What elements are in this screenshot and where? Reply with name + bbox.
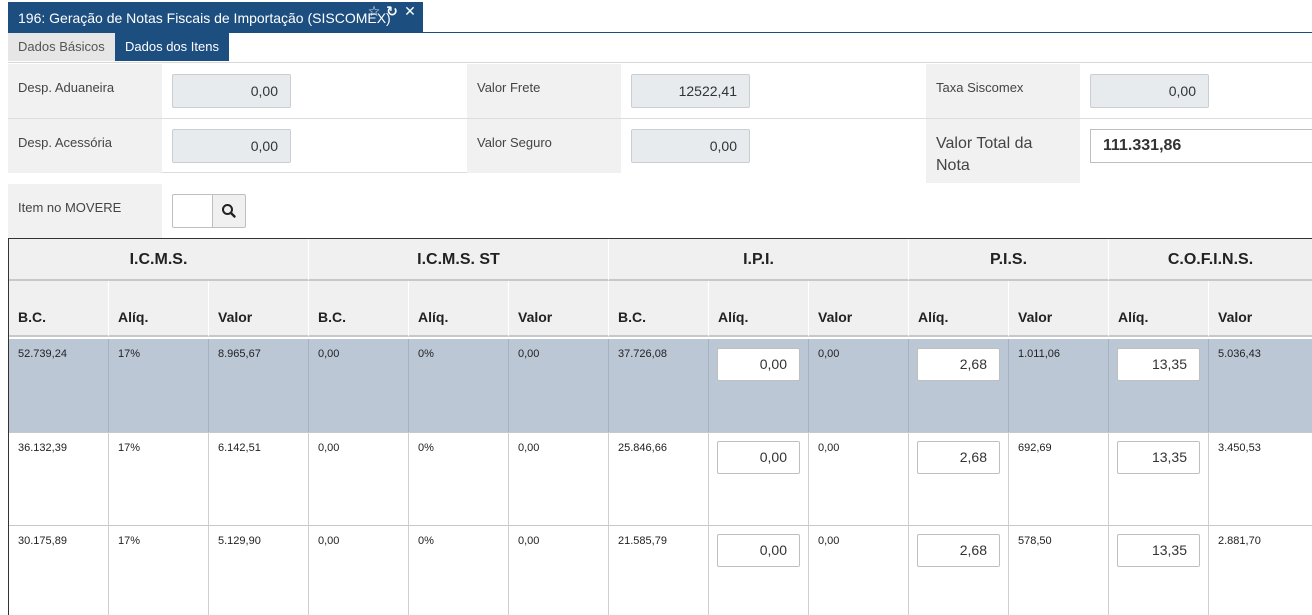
col-header-cofins-valor[interactable]: Valor: [1209, 281, 1312, 337]
cell-st-bc: 0,00: [309, 433, 409, 525]
pis-aliq-input[interactable]: 2,68: [917, 534, 1000, 567]
valor-frete-label: Valor Frete: [467, 64, 621, 118]
cell-cofins-valor: 5.036,43: [1209, 339, 1312, 432]
star-icon[interactable]: ☆: [366, 3, 382, 19]
col-header-icms-aliq[interactable]: Alíq.: [109, 281, 209, 337]
cell-icms-valor: 8.965,67: [209, 339, 309, 432]
cell-ipi-valor: 0,00: [809, 339, 909, 432]
cell-cofins-aliq: 13,35: [1109, 339, 1209, 432]
col-header-icms-valor[interactable]: Valor: [209, 281, 309, 337]
close-icon[interactable]: ✕: [402, 3, 418, 19]
col-header-ipi-bc[interactable]: B.C.: [609, 281, 709, 337]
cell-st-bc: 0,00: [309, 339, 409, 432]
col-header-ipi-aliq[interactable]: Alíq.: [709, 281, 809, 337]
valor-seguro-cell: 0,00: [621, 119, 926, 173]
col-header-icms-bc[interactable]: B.C.: [9, 281, 109, 337]
desp-acessoria-cell: 0,00: [162, 119, 467, 173]
col-header-pis-valor[interactable]: Valor: [1009, 281, 1109, 337]
cell-pis-aliq: 2,68: [909, 433, 1009, 525]
cell-cofins-valor: 2.881,70: [1209, 526, 1312, 615]
tab-dados-basicos[interactable]: Dados Básicos: [8, 33, 115, 61]
ipi-aliq-input[interactable]: 0,00: [717, 348, 800, 381]
group-header-pis: P.I.S.: [909, 239, 1109, 281]
cell-pis-aliq: 2,68: [909, 339, 1009, 432]
col-header-st-bc[interactable]: B.C.: [309, 281, 409, 337]
cofins-aliq-input[interactable]: 13,35: [1117, 534, 1200, 567]
valor-seguro-label: Valor Seguro: [467, 119, 621, 173]
cell-pis-aliq: 2,68: [909, 526, 1009, 615]
cell-ipi-aliq: 0,00: [709, 339, 809, 432]
cell-ipi-bc: 21.585,79: [609, 526, 709, 615]
itens-grid: I.C.M.S. I.C.M.S. ST I.P.I. P.I.S. C.O.F…: [8, 238, 1312, 615]
cell-ipi-valor: 0,00: [809, 433, 909, 525]
cell-icms-aliq: 17%: [109, 433, 209, 525]
col-header-pis-aliq[interactable]: Alíq.: [909, 281, 1009, 337]
cell-cofins-aliq: 13,35: [1109, 526, 1209, 615]
item-movere-search-button[interactable]: [212, 194, 246, 228]
window-titlebar: 196: Geração de Notas Fiscais de Importa…: [8, 2, 423, 32]
group-header-icms-st: I.C.M.S. ST: [309, 239, 609, 281]
taxa-siscomex-cell: 0,00: [1080, 64, 1312, 118]
cell-icms-aliq: 17%: [109, 339, 209, 432]
taxa-siscomex-label: Taxa Siscomex: [926, 64, 1080, 118]
pis-aliq-input[interactable]: 2,68: [917, 441, 1000, 474]
cell-ipi-bc: 37.726,08: [609, 339, 709, 432]
cell-icms-valor: 5.129,90: [209, 526, 309, 615]
cell-icms-bc: 36.132,39: [9, 433, 109, 525]
desp-aduaneira-field[interactable]: 0,00: [172, 74, 291, 108]
cofins-aliq-input[interactable]: 13,35: [1117, 348, 1200, 381]
valor-total-nota-cell: 111.331,86: [1080, 119, 1312, 183]
item-movere-input[interactable]: [172, 194, 213, 228]
valor-total-nota-field[interactable]: 111.331,86: [1090, 129, 1312, 163]
cell-pis-valor: 692,69: [1009, 433, 1109, 525]
cell-ipi-aliq: 0,00: [709, 433, 809, 525]
pis-aliq-input[interactable]: 2,68: [917, 348, 1000, 381]
cell-st-valor: 0,00: [509, 339, 609, 432]
cell-st-aliq: 0%: [409, 339, 509, 432]
cell-pis-valor: 1.011,06: [1009, 339, 1109, 432]
ipi-aliq-input[interactable]: 0,00: [717, 534, 800, 567]
group-header-ipi: I.P.I.: [609, 239, 909, 281]
search-icon: [222, 204, 236, 218]
col-header-ipi-valor[interactable]: Valor: [809, 281, 909, 337]
valor-frete-cell: 12522,41: [621, 64, 926, 118]
desp-acessoria-label: Desp. Acessória: [8, 119, 162, 173]
tab-divider: [8, 62, 1312, 63]
col-header-cofins-aliq[interactable]: Alíq.: [1109, 281, 1209, 337]
item-movere-label: Item no MOVERE: [8, 184, 162, 238]
group-header-cofins: C.O.F.I.N.S.: [1109, 239, 1312, 281]
desp-aduaneira-label: Desp. Aduaneira: [8, 64, 162, 118]
cell-icms-aliq: 17%: [109, 526, 209, 615]
cell-icms-bc: 30.175,89: [9, 526, 109, 615]
valor-total-nota-label: Valor Total da Nota: [926, 119, 1080, 183]
refresh-icon[interactable]: ↻: [384, 3, 400, 19]
desp-aduaneira-cell: 0,00: [162, 64, 467, 118]
tab-dados-dos-itens[interactable]: Dados dos Itens: [115, 33, 229, 61]
ipi-aliq-input[interactable]: 0,00: [717, 441, 800, 474]
window-title: 196: Geração de Notas Fiscais de Importa…: [18, 10, 391, 26]
cell-cofins-aliq: 13,35: [1109, 433, 1209, 525]
cell-pis-valor: 578,50: [1009, 526, 1109, 615]
cell-cofins-valor: 3.450,53: [1209, 433, 1312, 525]
cell-st-aliq: 0%: [409, 433, 509, 525]
cell-st-bc: 0,00: [309, 526, 409, 615]
cell-icms-valor: 6.142,51: [209, 433, 309, 525]
taxa-siscomex-field[interactable]: 0,00: [1090, 74, 1209, 108]
valor-seguro-field[interactable]: 0,00: [631, 129, 750, 163]
group-header-icms: I.C.M.S.: [9, 239, 309, 281]
cell-ipi-aliq: 0,00: [709, 526, 809, 615]
cell-st-aliq: 0%: [409, 526, 509, 615]
col-header-st-valor[interactable]: Valor: [509, 281, 609, 337]
col-header-st-aliq[interactable]: Alíq.: [409, 281, 509, 337]
desp-acessoria-field[interactable]: 0,00: [172, 129, 291, 163]
cell-icms-bc: 52.739,24: [9, 339, 109, 432]
valor-frete-field[interactable]: 12522,41: [631, 74, 750, 108]
cell-ipi-valor: 0,00: [809, 526, 909, 615]
cell-st-valor: 0,00: [509, 433, 609, 525]
cofins-aliq-input[interactable]: 13,35: [1117, 441, 1200, 474]
cell-ipi-bc: 25.846,66: [609, 433, 709, 525]
cell-st-valor: 0,00: [509, 526, 609, 615]
